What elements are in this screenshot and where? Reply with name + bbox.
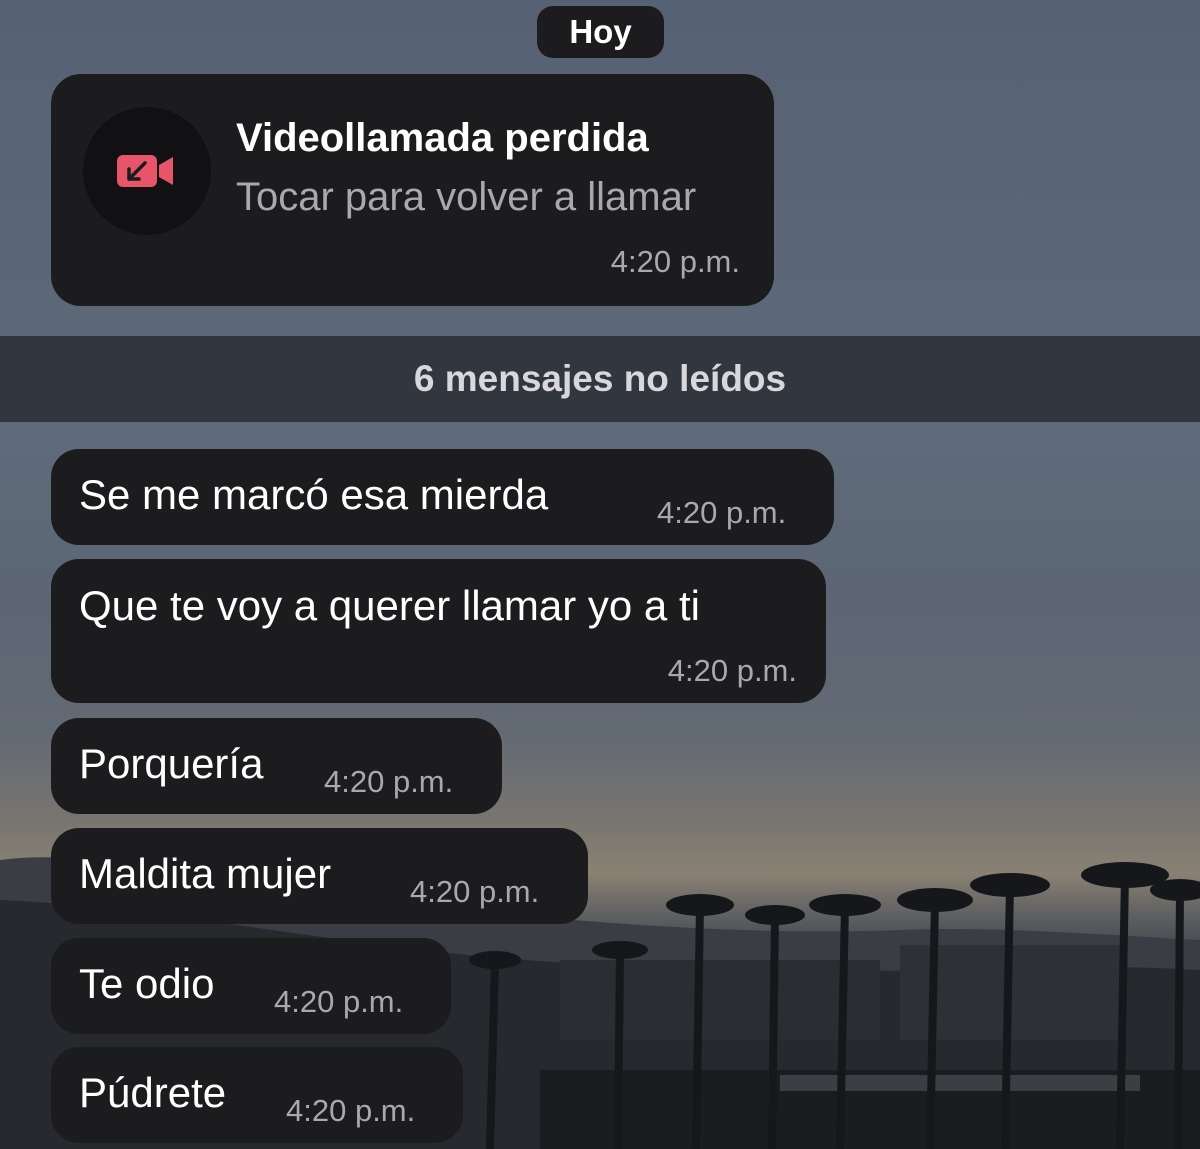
message-bubble[interactable]: Se me marcó esa mierda 4:20 p.m. [51,449,834,545]
missed-call-time: 4:20 p.m. [610,244,740,279]
message-text: Te odio [79,960,215,1007]
message-text: Que te voy a querer llamar yo a ti [79,582,700,629]
missed-call-title: Videollamada perdida [236,116,649,160]
message-text: Púdrete [79,1069,227,1116]
message-time: 4:20 p.m. [657,495,787,530]
message-text: Se me marcó esa mierda [79,471,549,518]
message-text: Porquería [79,740,264,787]
message-time: 4:20 p.m. [667,653,797,688]
message-bubble[interactable]: Que te voy a querer llamar yo a ti 4:20 … [51,559,826,703]
missed-video-call-icon [117,155,173,187]
message-bubble[interactable]: Porquería 4:20 p.m. [51,718,502,814]
missed-call-icon-badge [83,107,211,235]
date-separator: Hoy [537,6,664,58]
message-bubble[interactable]: Te odio 4:20 p.m. [51,938,451,1034]
call-back-hint: Tocar para volver a llamar [236,175,697,219]
message-time: 4:20 p.m. [274,984,404,1019]
missed-video-call-card[interactable]: Videollamada perdida Tocar para volver a… [51,74,774,306]
message-time: 4:20 p.m. [286,1093,416,1128]
message-time: 4:20 p.m. [324,764,454,799]
message-bubble[interactable]: Maldita mujer 4:20 p.m. [51,828,588,924]
message-text: Maldita mujer [79,850,332,897]
unread-messages-banner: 6 mensajes no leídos [0,336,1200,422]
message-time: 4:20 p.m. [410,874,540,909]
message-bubble[interactable]: Púdrete 4:20 p.m. [51,1047,463,1143]
